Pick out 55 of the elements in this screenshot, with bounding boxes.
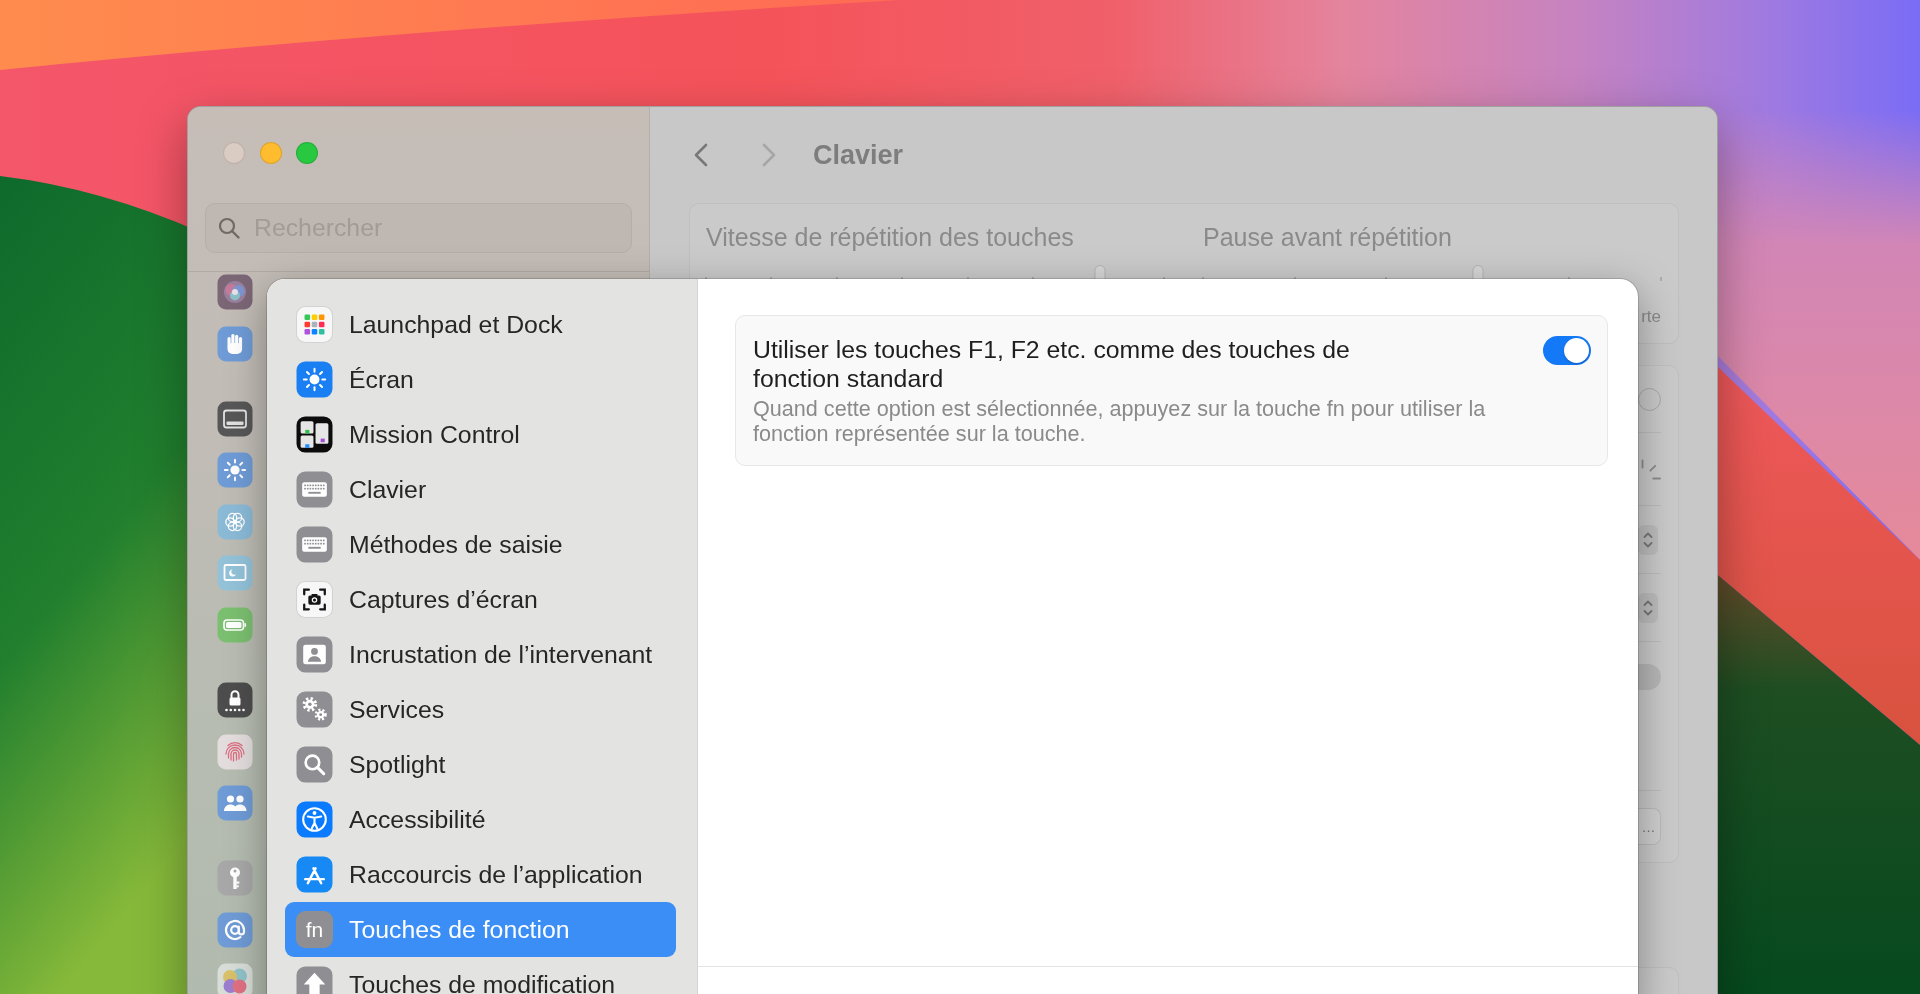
sun-rays-icon	[1641, 458, 1661, 480]
fn-key-icon: fn	[296, 911, 333, 948]
sidebar-item[interactable]: Accessibilité	[285, 792, 676, 847]
sidebar-item[interactable]: Services	[285, 682, 676, 737]
sidebar-item[interactable]: Mission Control	[285, 407, 676, 462]
window-icon[interactable]	[217, 400, 253, 437]
popup-button[interactable]	[1638, 524, 1658, 555]
at-sign-icon[interactable]	[217, 911, 253, 948]
flower-icon[interactable]	[217, 503, 253, 540]
bubbles-icon[interactable]	[217, 963, 253, 994]
hand-icon[interactable]	[217, 325, 253, 362]
a-shape-icon	[296, 856, 333, 893]
slider-end-label: rte	[1641, 307, 1661, 327]
windows-icon	[296, 416, 333, 453]
toggle-switch[interactable]	[1543, 336, 1591, 365]
option-description: Quand cette option est sélectionnée, appuyez sur la touche fn pour utiliser la fonction représentée sur la touche.	[753, 396, 1487, 446]
people-icon[interactable]	[217, 785, 253, 822]
sidebar-item[interactable]: Raccourcis de l’application	[285, 847, 676, 902]
battery-icon[interactable]	[217, 606, 253, 643]
gears-icon	[296, 691, 333, 728]
up-arrow-icon	[296, 966, 333, 994]
orb-icon[interactable]	[217, 274, 253, 310]
chevron-updown-icon	[1643, 598, 1653, 617]
sidebar-item[interactable]: Spotlight	[285, 737, 676, 792]
lock-icon[interactable]	[217, 681, 253, 718]
sidebar-item[interactable]: Clavier	[285, 462, 676, 517]
page-title: Clavier	[813, 139, 904, 171]
chevron-updown-icon	[1643, 530, 1653, 549]
switch-knob[interactable]	[1638, 387, 1661, 411]
person-card-icon	[296, 636, 333, 673]
keyboard-icon	[296, 526, 333, 563]
camera-icon	[296, 581, 333, 618]
option-title: Utiliser les touches F1, F2 etc. comme des touches de fonction standard	[753, 335, 1351, 393]
sun-icon	[296, 361, 333, 398]
slider-label: Pause avant répétition	[1203, 222, 1453, 252]
sidebar-item[interactable]: Écran	[285, 352, 676, 407]
sidebar-item[interactable]: Captures d’écran	[285, 572, 676, 627]
search-icon	[218, 217, 240, 239]
slider-label: Vitesse de répétition des touches	[706, 222, 1075, 252]
sidebar-item[interactable]: Launchpad et Dock	[285, 297, 676, 352]
screen-moon-icon[interactable]	[217, 555, 253, 592]
app-grid-icon	[296, 306, 333, 343]
fingerprint-icon[interactable]	[217, 733, 253, 770]
popup-button[interactable]	[1638, 592, 1658, 623]
sun-icon[interactable]	[217, 452, 253, 489]
sidebar-item[interactable]: Touches de modification	[285, 957, 676, 994]
keyboard-icon	[296, 471, 333, 508]
toggle-switch[interactable]	[1637, 664, 1661, 690]
sidebar-item[interactable]: Incrustation de l’intervenant	[285, 627, 676, 682]
chevron-left-icon[interactable]	[694, 143, 708, 167]
zoom-button[interactable]	[296, 142, 318, 164]
search-icon	[296, 746, 333, 783]
sidebar-item[interactable]: Méthodes de saisie	[285, 517, 676, 572]
accessibility-icon	[296, 801, 333, 838]
key-icon[interactable]	[217, 860, 253, 897]
